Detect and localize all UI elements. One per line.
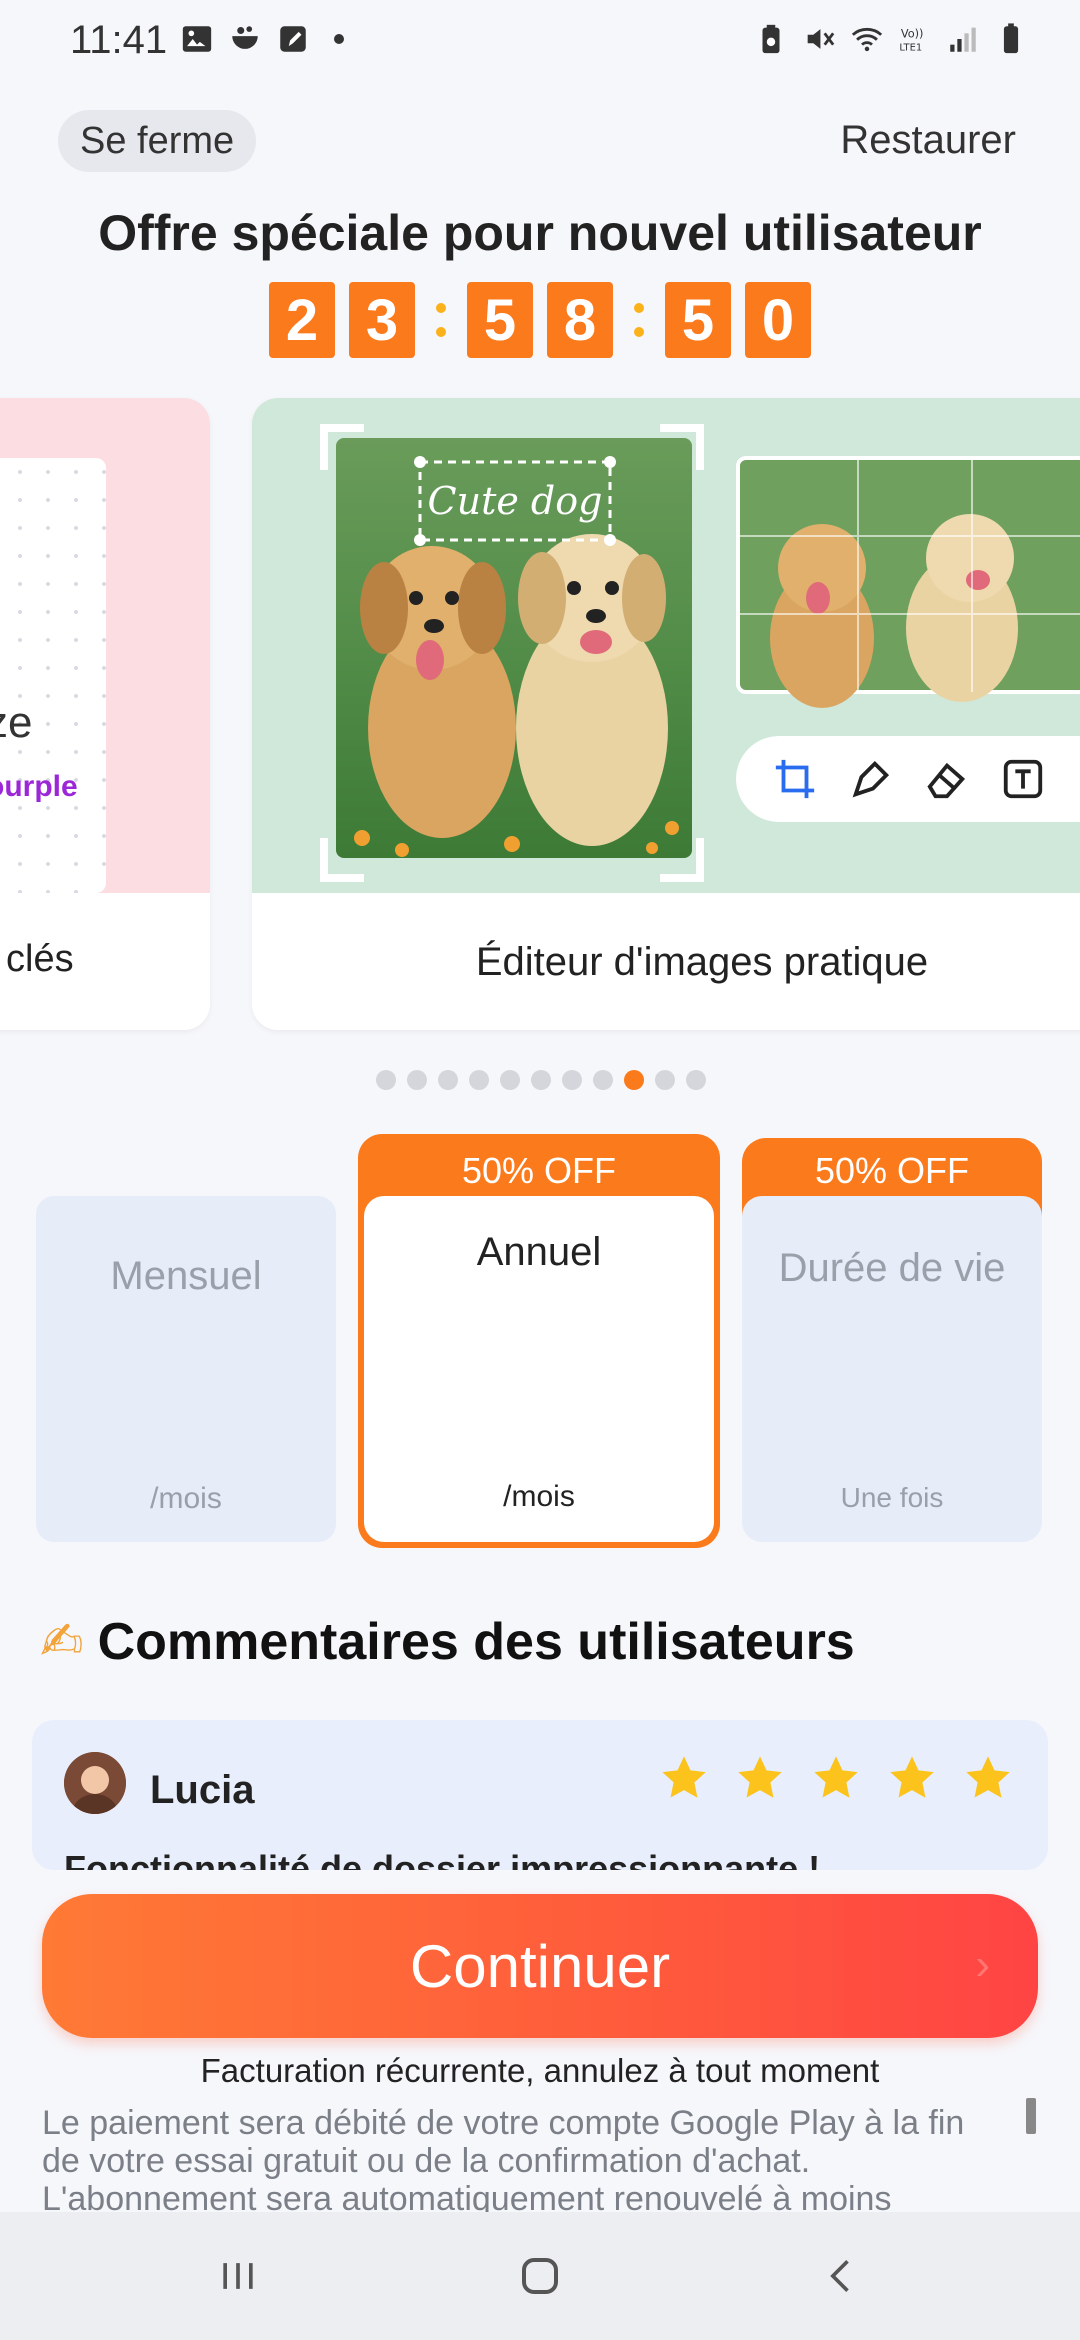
home-icon	[522, 2258, 558, 2294]
edit-toolbar	[736, 736, 1080, 822]
plan-price-suffix: /mois	[150, 1482, 222, 1515]
dog-right	[516, 534, 668, 846]
status-time: 11:41	[70, 18, 168, 62]
scrollbar-thumb[interactable]	[1026, 2098, 1036, 2134]
discount-badge: 50% OFF	[814, 1150, 970, 1191]
illustration-text-highlight: ourple	[0, 770, 78, 803]
notes-icon	[280, 26, 306, 52]
feature-caption: Éditeur d'images pratique	[475, 940, 929, 984]
dog-left	[360, 546, 516, 838]
more-notifications-dot	[334, 34, 344, 44]
back-button[interactable]	[762, 2212, 922, 2340]
status-bar: 11:41 Vo)) LTE1	[0, 0, 1080, 84]
close-button[interactable]: Se ferme	[58, 110, 257, 172]
rating-stars	[658, 1752, 1014, 1804]
illustration-text: ze	[0, 698, 33, 747]
legal-text: Le paiement sera débité de votre compte …	[42, 2104, 965, 2214]
star-icon	[738, 1756, 782, 1798]
signal-icon	[950, 27, 976, 52]
countdown-timer: 2 3 5 8 5 0	[0, 282, 1080, 358]
home-button[interactable]	[460, 2212, 620, 2340]
draw-icon	[852, 760, 890, 798]
star-icon	[890, 1756, 934, 1798]
battery-saver-icon	[762, 24, 780, 54]
sticker-text: Cute dog	[427, 479, 603, 523]
continue-button[interactable]: Continuer ›	[42, 1894, 1038, 2038]
countdown-digit: 2	[269, 282, 335, 358]
review-text: Fonctionnalité de dossier impressionnant…	[64, 1848, 821, 1870]
countdown-digit: 5	[665, 282, 731, 358]
plan-lifetime[interactable]: Durée de vie Une fois	[742, 1196, 1042, 1542]
pagination-dot[interactable]	[686, 1070, 706, 1090]
plan-name: Mensuel	[110, 1254, 262, 1298]
avatar	[64, 1752, 126, 1814]
mute-icon	[807, 29, 835, 49]
pagination-dot[interactable]	[531, 1070, 551, 1090]
reviews-title: Commentaires des utilisateurs	[97, 1613, 855, 1671]
feature-illustration: Cute dog	[252, 398, 1080, 893]
restore-button[interactable]: Restaurer	[840, 118, 1016, 163]
text-tool-icon	[1003, 759, 1043, 799]
star-icon	[814, 1756, 858, 1798]
back-icon	[830, 2260, 849, 2292]
pagination-dot[interactable]	[593, 1070, 613, 1090]
countdown-minutes: 5 8	[467, 282, 613, 358]
plan-yearly-selected[interactable]: 50% OFF Annuel /mois	[358, 1134, 720, 1548]
pagination-dot[interactable]	[469, 1070, 489, 1090]
feature-caption: clés	[6, 938, 74, 980]
recent-apps-button[interactable]	[158, 2212, 318, 2340]
discount-badge: 50% OFF	[461, 1150, 617, 1191]
pagination-dot[interactable]	[655, 1070, 675, 1090]
feature-card-previous[interactable]: ze ourple clés	[0, 398, 210, 1030]
countdown-separator	[613, 303, 665, 337]
notification-icons	[180, 22, 344, 56]
reviewer-name: Lucia	[150, 1768, 255, 1812]
writing-hand-icon: ✍	[40, 1613, 84, 1671]
countdown-digit: 3	[349, 282, 415, 358]
app-notification-icon	[232, 26, 258, 49]
recent-apps-icon	[223, 2263, 253, 2289]
countdown-digit: 0	[745, 282, 811, 358]
countdown-seconds: 5 0	[665, 282, 811, 358]
page-title: Offre spéciale pour nouvel utilisateur	[98, 205, 982, 261]
chevron-right-icon: ›	[975, 1940, 990, 1989]
volte-icon: Vo))LTE1	[899, 27, 924, 54]
pagination-dot-active[interactable]	[624, 1070, 644, 1090]
pagination-dot[interactable]	[500, 1070, 520, 1090]
svg-text:Vo)): Vo))	[901, 27, 924, 41]
review-card: Lucia Fonctionnalité de dossier impressi…	[32, 1720, 1048, 1870]
pagination-dot[interactable]	[407, 1070, 427, 1090]
plan-yearly-body: Annuel /mois	[364, 1196, 714, 1542]
wifi-icon	[851, 27, 883, 52]
system-navigation-bar	[0, 2212, 1080, 2340]
reviews-heading: ✍ Commentaires des utilisateurs	[40, 1612, 855, 1672]
star-icon	[662, 1756, 706, 1798]
battery-icon	[1003, 23, 1019, 54]
eraser-icon	[927, 762, 966, 799]
pagination-dot[interactable]	[438, 1070, 458, 1090]
plan-price-suffix: /mois	[503, 1480, 575, 1513]
paper-illustration: ze ourple	[0, 458, 106, 893]
pagination-dot[interactable]	[376, 1070, 396, 1090]
plan-name: Durée de vie	[778, 1246, 1006, 1290]
countdown-hours: 2 3	[269, 282, 415, 358]
system-icons: Vo)) LTE1	[754, 22, 1028, 56]
countdown-digit: 5	[467, 282, 533, 358]
plan-name: Annuel	[476, 1230, 602, 1274]
gallery-icon	[182, 26, 212, 52]
feature-illustration: ze ourple	[0, 398, 210, 893]
carousel-pagination	[376, 1070, 706, 1090]
pagination-dot[interactable]	[562, 1070, 582, 1090]
plan-monthly[interactable]: Mensuel /mois	[36, 1196, 336, 1542]
plan-price-suffix: Une fois	[840, 1482, 944, 1513]
continue-label: Continuer	[409, 1932, 671, 2000]
crop-icon	[775, 759, 815, 799]
countdown-separator	[415, 303, 467, 337]
svg-text:LTE1: LTE1	[899, 42, 922, 53]
feature-card-image-editor[interactable]: Cute dog Éditeur d'images pratique	[252, 398, 1080, 1030]
billing-note: Facturation récurrente, annulez à tout m…	[200, 2052, 880, 2089]
star-icon	[966, 1756, 1010, 1798]
countdown-digit: 8	[547, 282, 613, 358]
